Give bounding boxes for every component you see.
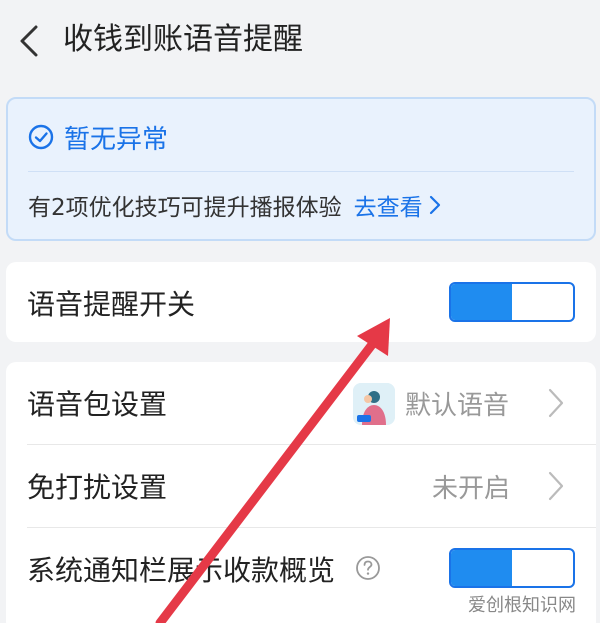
chevron-left-icon <box>20 25 38 57</box>
page-title: 收钱到账语音提醒 <box>63 22 303 57</box>
watermark: 爱创根知识网 <box>468 595 576 616</box>
divider <box>28 171 574 172</box>
toggle-fill <box>451 550 512 586</box>
tip-row: 有2项优化技巧可提升播报体验 去查看 <box>28 187 441 223</box>
status-title: 暂无异常 <box>64 124 169 155</box>
tip-text: 有2项优化技巧可提升播报体验 <box>28 195 342 221</box>
voice-pack-value: 默认语音 <box>405 390 510 421</box>
voice-switch-row: 语音提醒开关 <box>6 262 596 344</box>
do-not-disturb-label: 免打扰设置 <box>27 471 168 504</box>
status-card: 暂无异常 有2项优化技巧可提升播报体验 去查看 <box>6 97 596 241</box>
chevron-right-icon <box>546 387 566 419</box>
voice-switch-card: 语音提醒开关 <box>6 262 596 342</box>
voice-pack-label: 语音包设置 <box>27 388 168 421</box>
view-tips-label: 去查看 <box>353 195 423 221</box>
toggle-fill <box>451 284 512 320</box>
chevron-right-icon <box>546 470 566 502</box>
settings-card: 语音包设置 默认语音 免打扰设置 未开启 系统通知栏展示收款概览 <box>6 362 596 623</box>
check-circle-icon <box>28 124 54 150</box>
help-icon[interactable] <box>355 555 381 581</box>
status-row: 暂无异常 <box>28 119 168 155</box>
back-button[interactable] <box>12 24 46 58</box>
voice-switch-label: 语音提醒开关 <box>27 288 196 321</box>
do-not-disturb-row[interactable]: 免打扰设置 未开启 <box>6 445 596 527</box>
voice-pack-avatar <box>353 383 395 425</box>
voice-switch-toggle[interactable] <box>449 282 575 322</box>
notification-summary-label: 系统通知栏展示收款概览 <box>27 554 336 587</box>
view-tips-link[interactable]: 去查看 <box>354 188 441 222</box>
notification-summary-toggle[interactable] <box>449 548 575 588</box>
voice-pack-row[interactable]: 语音包设置 默认语音 <box>6 362 596 444</box>
do-not-disturb-value: 未开启 <box>432 473 511 504</box>
chevron-right-icon <box>429 195 440 215</box>
header: 收钱到账语音提醒 <box>0 0 600 80</box>
